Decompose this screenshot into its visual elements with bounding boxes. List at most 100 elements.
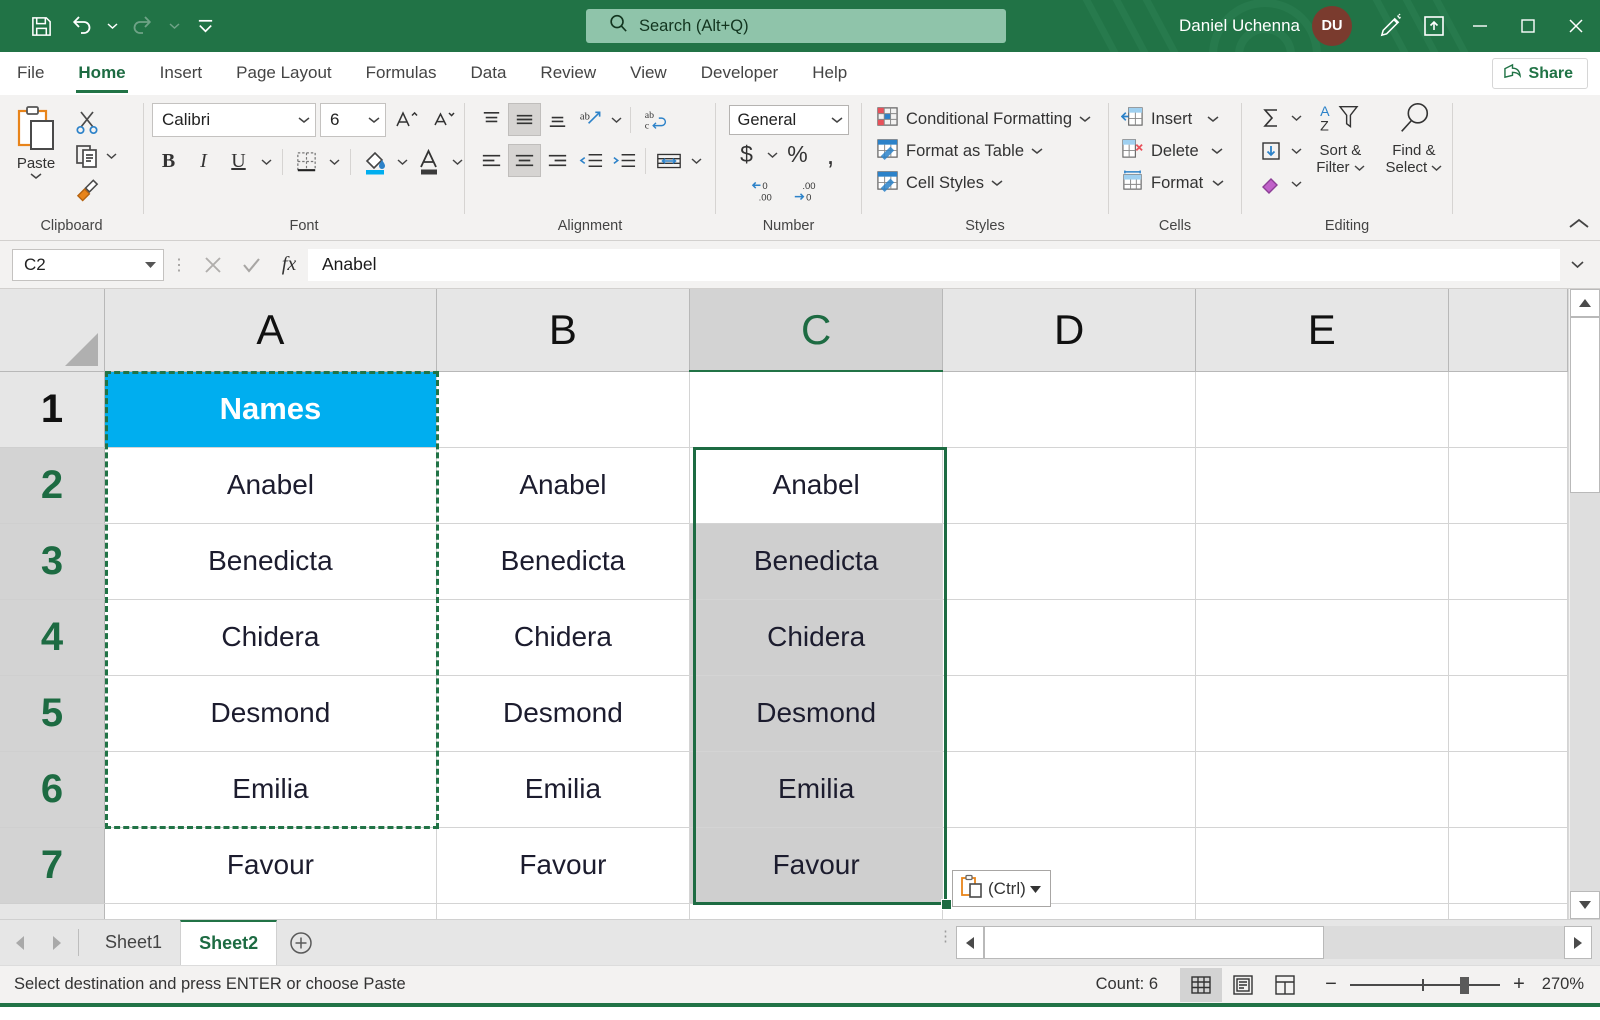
vertical-scrollbar[interactable] bbox=[1568, 289, 1600, 919]
copy-button[interactable] bbox=[72, 141, 102, 171]
cut-button[interactable] bbox=[72, 107, 120, 137]
normal-view-icon[interactable] bbox=[1180, 968, 1222, 1002]
cell-b1[interactable] bbox=[436, 371, 689, 447]
row-header-7[interactable]: 7 bbox=[0, 827, 105, 903]
fill-color-icon[interactable] bbox=[358, 145, 391, 178]
cell-b8[interactable] bbox=[436, 903, 689, 919]
find-select-button[interactable]: Find & Select bbox=[1376, 101, 1452, 176]
tab-developer[interactable]: Developer bbox=[684, 52, 796, 95]
row-header-4[interactable]: 4 bbox=[0, 599, 105, 675]
cell-b6[interactable]: Emilia bbox=[436, 751, 689, 827]
cell-c6[interactable]: Emilia bbox=[690, 751, 943, 827]
comma-style-icon[interactable]: , bbox=[814, 138, 847, 171]
formula-input[interactable]: Anabel bbox=[308, 249, 1560, 281]
cell-a5[interactable]: Desmond bbox=[105, 675, 437, 751]
horizontal-scroll-thumb[interactable] bbox=[984, 926, 1324, 959]
customize-qat-icon[interactable] bbox=[186, 7, 224, 45]
name-box[interactable]: C2 bbox=[12, 249, 164, 281]
cell-c7[interactable]: Favour bbox=[690, 827, 943, 903]
zoom-slider[interactable] bbox=[1350, 975, 1500, 995]
underline-chevron-down-icon[interactable] bbox=[257, 145, 275, 178]
tab-page-layout[interactable]: Page Layout bbox=[219, 52, 348, 95]
sheet-tab-sheet2[interactable]: Sheet2 bbox=[180, 920, 277, 965]
undo-icon[interactable] bbox=[62, 7, 100, 45]
decrease-decimal-icon[interactable]: .00 0 bbox=[789, 173, 829, 206]
next-sheet-icon[interactable] bbox=[44, 931, 68, 955]
font-color-chevron-down-icon[interactable] bbox=[448, 145, 466, 178]
zoom-level[interactable]: 270% bbox=[1538, 975, 1600, 994]
horizontal-scroll-track[interactable] bbox=[1324, 926, 1564, 959]
orientation-icon[interactable]: ab bbox=[574, 103, 607, 136]
cell-e7[interactable] bbox=[1195, 827, 1448, 903]
cell-a1[interactable]: Names bbox=[105, 371, 437, 447]
bottom-align-icon[interactable] bbox=[541, 103, 574, 136]
cell-b4[interactable]: Chidera bbox=[436, 599, 689, 675]
cell-b3[interactable]: Benedicta bbox=[436, 523, 689, 599]
merge-center-icon[interactable] bbox=[651, 144, 687, 177]
copy-chevron-down-icon[interactable] bbox=[102, 139, 120, 172]
cell-d5[interactable] bbox=[943, 675, 1196, 751]
cell-a7[interactable]: Favour bbox=[105, 827, 437, 903]
scroll-down-arrow[interactable] bbox=[1570, 891, 1600, 919]
select-all-corner[interactable] bbox=[0, 289, 105, 371]
clear-icon[interactable] bbox=[1254, 167, 1287, 200]
bold-button[interactable]: B bbox=[152, 145, 185, 178]
column-header-a[interactable]: A bbox=[105, 289, 437, 371]
font-name-combo[interactable]: Calibri bbox=[152, 103, 316, 137]
row-header-6[interactable]: 6 bbox=[0, 751, 105, 827]
wrap-text-icon[interactable]: ab c bbox=[636, 103, 676, 136]
cell-e2[interactable] bbox=[1195, 447, 1448, 523]
paste-button[interactable]: Paste bbox=[0, 101, 72, 180]
font-color-icon[interactable] bbox=[413, 145, 446, 178]
scroll-left-arrow[interactable] bbox=[956, 926, 984, 959]
cell-d4[interactable] bbox=[943, 599, 1196, 675]
number-format-combo[interactable]: General bbox=[729, 105, 849, 135]
row-header-8[interactable] bbox=[0, 903, 105, 919]
tab-help[interactable]: Help bbox=[795, 52, 864, 95]
increase-font-size-icon[interactable] bbox=[390, 104, 423, 137]
save-icon[interactable] bbox=[22, 7, 60, 45]
page-break-preview-icon[interactable] bbox=[1264, 968, 1306, 1002]
delete-cells-button[interactable]: Delete bbox=[1115, 135, 1229, 167]
cell-c1[interactable] bbox=[690, 371, 943, 447]
cell-f1[interactable] bbox=[1448, 371, 1567, 447]
cell-f7[interactable] bbox=[1448, 827, 1567, 903]
cell-styles-button[interactable]: Cell Styles bbox=[870, 167, 1009, 199]
redo-icon[interactable] bbox=[124, 7, 162, 45]
vertical-scroll-track[interactable] bbox=[1570, 493, 1600, 891]
cell-b2[interactable]: Anabel bbox=[436, 447, 689, 523]
cell-a6[interactable]: Emilia bbox=[105, 751, 437, 827]
cell-f6[interactable] bbox=[1448, 751, 1567, 827]
accounting-format-icon[interactable]: $ bbox=[730, 138, 763, 171]
decrease-font-size-icon[interactable] bbox=[427, 104, 460, 137]
cell-c5[interactable]: Desmond bbox=[690, 675, 943, 751]
column-header-b[interactable]: B bbox=[436, 289, 689, 371]
font-size-combo[interactable]: 6 bbox=[320, 103, 386, 137]
column-header-f[interactable] bbox=[1448, 289, 1567, 371]
tab-file[interactable]: File bbox=[0, 52, 61, 95]
avatar[interactable]: DU bbox=[1312, 6, 1352, 46]
increase-decimal-icon[interactable]: 0 .00 bbox=[749, 173, 789, 206]
search-input[interactable]: Search (Alt+Q) bbox=[586, 9, 1006, 43]
cell-a8[interactable] bbox=[105, 903, 437, 919]
cell-f4[interactable] bbox=[1448, 599, 1567, 675]
scroll-right-arrow[interactable] bbox=[1564, 926, 1592, 959]
format-as-table-button[interactable]: Format as Table bbox=[870, 135, 1049, 167]
cell-f2[interactable] bbox=[1448, 447, 1567, 523]
vertical-scroll-thumb[interactable] bbox=[1570, 317, 1600, 493]
accounting-chevron-down-icon[interactable] bbox=[763, 138, 781, 171]
row-header-2[interactable]: 2 bbox=[0, 447, 105, 523]
column-header-c[interactable]: C bbox=[690, 289, 943, 371]
zoom-slider-thumb[interactable] bbox=[1460, 977, 1469, 994]
align-right-icon[interactable] bbox=[541, 144, 574, 177]
cell-b5[interactable]: Desmond bbox=[436, 675, 689, 751]
conditional-formatting-button[interactable]: Conditional Formatting bbox=[870, 103, 1097, 135]
cell-c8[interactable] bbox=[690, 903, 943, 919]
grid[interactable]: A B C D E 1 Names 2 bbox=[0, 289, 1568, 919]
previous-sheet-icon[interactable] bbox=[8, 931, 32, 955]
cell-b7[interactable]: Favour bbox=[436, 827, 689, 903]
row-header-1[interactable]: 1 bbox=[0, 371, 105, 447]
cell-a3[interactable]: Benedicta bbox=[105, 523, 437, 599]
cell-e6[interactable] bbox=[1195, 751, 1448, 827]
format-painter-button[interactable] bbox=[72, 174, 120, 204]
